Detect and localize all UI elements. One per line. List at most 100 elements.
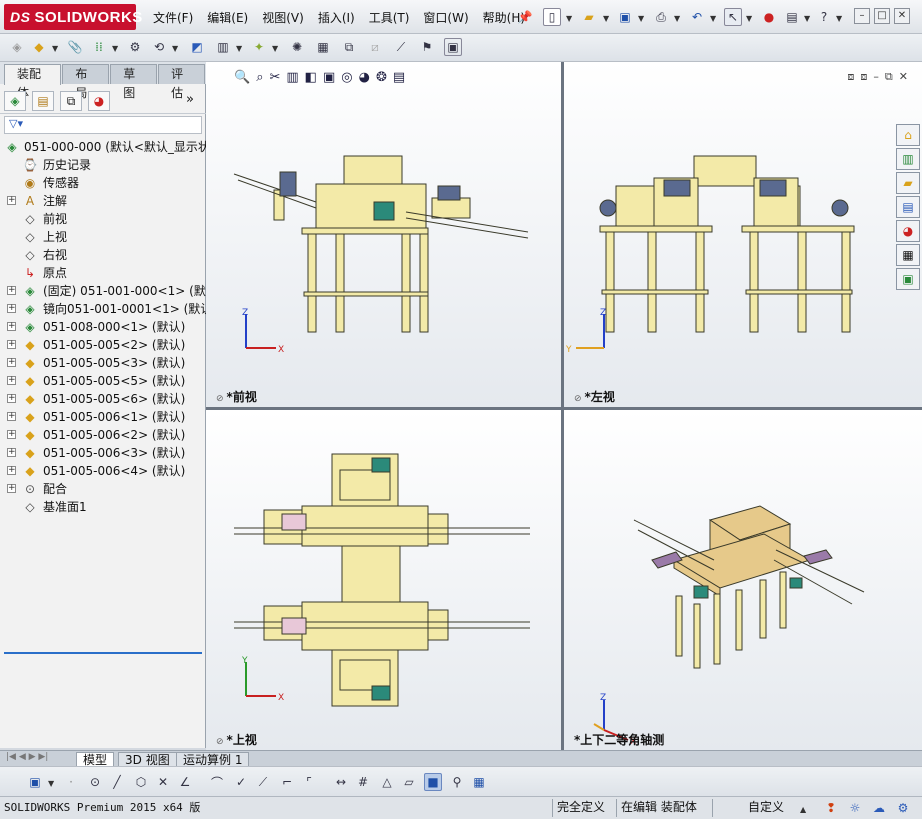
explode-line-sketch-icon[interactable]: ⧄ xyxy=(366,38,384,56)
expand-icon[interactable]: + xyxy=(7,286,16,295)
help-icon[interactable]: ? xyxy=(815,8,833,26)
line-icon[interactable]: ╱ xyxy=(108,773,126,791)
tab-layout[interactable]: 布局 xyxy=(62,64,110,100)
save-icon[interactable]: ▣ xyxy=(616,8,634,26)
design-library-icon[interactable]: ▥ xyxy=(896,148,920,170)
tree-node[interactable]: ↳ 原点 xyxy=(0,264,206,282)
table-icon[interactable]: ▦ xyxy=(470,773,488,791)
minimize-icon[interactable]: – xyxy=(854,8,870,24)
tray-icon[interactable]: ⚙ xyxy=(894,799,912,817)
chevron-down-icon[interactable]: ▼ xyxy=(746,14,752,23)
expand-icon[interactable]: + xyxy=(7,466,16,475)
rollback-bar[interactable] xyxy=(4,652,202,654)
chevron-down-icon[interactable]: ▼ xyxy=(603,14,609,23)
menu-insert[interactable]: 插入(I) xyxy=(311,9,362,26)
view-palette-icon[interactable]: ▤ xyxy=(896,196,920,218)
tree-node[interactable]: ◇ 右视 xyxy=(0,246,206,264)
tree-node[interactable]: + ◈ (固定) 051-001-000<1> (默认 xyxy=(0,282,206,300)
tray-icon[interactable]: ☼ xyxy=(846,799,864,817)
expand-icon[interactable]: + xyxy=(7,394,16,403)
expand-icon[interactable]: + xyxy=(7,412,16,421)
configuration-manager-icon[interactable]: ⧉ xyxy=(60,91,82,111)
menu-tools[interactable]: 工具(T) xyxy=(362,9,417,26)
tree-node[interactable]: + ◆ 051-005-006<1> (默认) xyxy=(0,408,206,426)
check-icon[interactable]: ✓ xyxy=(232,773,250,791)
viewport-isometric[interactable]: Z X *上下二等角轴测 xyxy=(564,410,922,750)
open-folder-icon[interactable]: ▰ xyxy=(580,8,598,26)
cube-wireframe-icon[interactable]: ▱ xyxy=(400,773,418,791)
polygon-icon[interactable]: ⬡ xyxy=(132,773,150,791)
expand-icon[interactable]: + xyxy=(7,430,16,439)
tab-motion-study[interactable]: 运动算例 1 xyxy=(176,752,250,767)
insert-components-icon[interactable]: ◈ xyxy=(8,38,26,56)
pin-icon[interactable]: 📌 xyxy=(516,8,534,26)
circle-icon[interactable]: ⊙ xyxy=(86,773,104,791)
undo-icon[interactable]: ↶ xyxy=(688,8,706,26)
chevron-down-icon[interactable]: ▼ xyxy=(172,44,178,53)
tree-node[interactable]: + ◆ 051-005-005<6> (默认) xyxy=(0,390,206,408)
expand-icon[interactable]: + xyxy=(7,196,16,205)
chevron-down-icon[interactable]: ▼ xyxy=(836,14,842,23)
feature-manager-icon[interactable]: ◈ xyxy=(4,91,26,111)
dotted-corner-icon[interactable]: ⌜ xyxy=(300,773,318,791)
bill-of-materials-icon[interactable]: ▦ xyxy=(314,38,332,56)
chevron-down-icon[interactable]: ▼ xyxy=(638,14,644,23)
new-document-icon[interactable]: ▯ xyxy=(543,8,561,26)
trim-icon[interactable]: ✕ xyxy=(154,773,172,791)
custom-properties-icon[interactable]: ▦ xyxy=(896,244,920,266)
reference-geometry-icon[interactable]: ✦ xyxy=(250,38,268,56)
expand-icon[interactable]: + xyxy=(7,304,16,313)
link-views-icon[interactable]: ⊘ xyxy=(216,737,224,747)
appearances-icon[interactable]: ◕ xyxy=(896,220,920,242)
tray-icon[interactable]: ☁ xyxy=(870,799,888,817)
tree-node[interactable]: + ⊙ 配合 xyxy=(0,480,206,498)
file-explorer-icon[interactable]: ▰ xyxy=(896,172,920,194)
tree-node[interactable]: ◇ 前视 xyxy=(0,210,206,228)
print-icon[interactable]: ⎙ xyxy=(652,8,670,26)
expand-icon[interactable]: + xyxy=(7,484,16,493)
options-icon[interactable]: ▤ xyxy=(783,8,801,26)
tree-node[interactable]: + ◆ 051-005-006<2> (默认) xyxy=(0,426,206,444)
slash-icon[interactable]: ⟋ xyxy=(254,773,272,791)
take-snapshot-icon[interactable]: ▣ xyxy=(444,38,462,56)
property-manager-icon[interactable]: ▤ xyxy=(32,91,54,111)
tree-node[interactable]: + ◆ 051-005-006<4> (默认) xyxy=(0,462,206,480)
notification-icon[interactable]: ❢ xyxy=(822,799,840,817)
chevron-down-icon[interactable]: ▼ xyxy=(272,44,278,53)
instant3d-icon[interactable]: ⟋ xyxy=(392,38,410,56)
assembly-features-icon[interactable]: ▥ xyxy=(214,38,232,56)
viewport-front[interactable]: 🔍 ⌕ ✂ ▥ ◧ ▣ ◎ ◕ ❂ ▤ Z X ⊘ *前视 xyxy=(206,62,561,407)
tree-node[interactable]: + ◆ 051-005-005<3> (默认) xyxy=(0,354,206,372)
link-views-icon[interactable]: ⊘ xyxy=(574,394,582,404)
graphics-area[interactable]: 🔍 ⌕ ✂ ▥ ◧ ▣ ◎ ◕ ❂ ▤ Z X ⊘ *前视 ⧈ ⧈ – ⧉ ✕ … xyxy=(206,62,922,750)
linear-pattern-icon[interactable]: ⁞⁞ xyxy=(90,38,108,56)
new-part-icon[interactable]: ◆ xyxy=(30,38,48,56)
tab-assembly[interactable]: 装配体 xyxy=(4,64,62,100)
display-manager-icon[interactable]: ◕ xyxy=(88,91,110,111)
chevron-down-icon[interactable]: ▼ xyxy=(52,44,58,53)
chevron-down-icon[interactable]: ▼ xyxy=(674,14,680,23)
menu-edit[interactable]: 编辑(E) xyxy=(200,9,255,26)
move-component-icon[interactable]: ⟲ xyxy=(150,38,168,56)
expand-panel-icon[interactable]: » xyxy=(186,92,194,107)
mate-icon[interactable]: 📎 xyxy=(66,38,84,56)
menu-window[interactable]: 窗口(W) xyxy=(416,9,475,26)
triangle-icon[interactable]: △ xyxy=(378,773,396,791)
tree-node[interactable]: + ◆ 051-005-005<2> (默认) xyxy=(0,336,206,354)
chevron-down-icon[interactable]: ▲ xyxy=(800,805,806,814)
shaded-cube-icon[interactable]: ■ xyxy=(424,773,442,791)
tree-node[interactable]: ⌚ 历史记录 xyxy=(0,156,206,174)
chevron-down-icon[interactable]: ▼ xyxy=(236,44,242,53)
tree-node[interactable]: + A 注解 xyxy=(0,192,206,210)
tab-evaluate[interactable]: 评估 xyxy=(158,64,205,100)
point-icon[interactable]: · xyxy=(62,773,80,791)
chevron-down-icon[interactable]: ▼ xyxy=(566,14,572,23)
tree-node[interactable]: ◇ 基准面1 xyxy=(0,498,206,516)
tree-node[interactable]: ◇ 上视 xyxy=(0,228,206,246)
update-speedpak-icon[interactable]: ⚑ xyxy=(418,38,436,56)
expand-icon[interactable]: + xyxy=(7,358,16,367)
select-cursor-icon[interactable]: ↖ xyxy=(724,8,742,26)
new-motion-study-icon[interactable]: ✺ xyxy=(288,38,306,56)
expand-icon[interactable]: + xyxy=(7,448,16,457)
rebuild-icon[interactable]: ● xyxy=(760,8,778,26)
